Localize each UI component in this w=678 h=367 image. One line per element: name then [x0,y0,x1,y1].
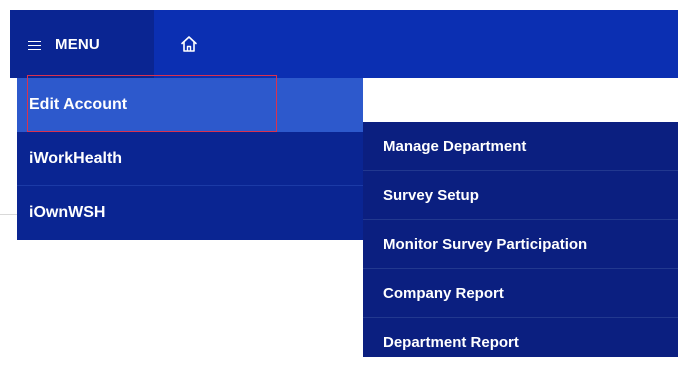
menu-label: MENU [55,35,100,53]
submenu-item-label: Department Report [383,334,519,351]
home-icon[interactable] [178,33,200,55]
submenu-item-manage-department[interactable]: Manage Department [363,122,678,171]
submenu-item-company-report[interactable]: Company Report [363,269,678,318]
menu-item-iownwsh[interactable]: iOwnWSH [17,186,363,240]
hamburger-icon [28,40,41,51]
main-menu-dropdown: Edit Account iWorkHealth iOwnWSH [17,78,363,240]
menu-item-label: Edit Account [29,96,128,113]
submenu-item-label: Monitor Survey Participation [383,236,588,253]
menu-item-label: iWorkHealth [29,150,123,167]
page-divider [0,214,17,215]
menu-item-label: iOwnWSH [29,204,106,221]
menu-item-edit-account[interactable]: Edit Account [17,78,363,132]
submenu-item-label: Survey Setup [383,187,479,204]
menu-button[interactable]: MENU [10,10,154,78]
top-navigation-bar: MENU [10,10,678,78]
submenu-item-label: Company Report [383,285,504,302]
menu-item-iworkhealth[interactable]: iWorkHealth [17,132,363,186]
submenu-item-monitor-survey-participation[interactable]: Monitor Survey Participation [363,220,678,269]
submenu-item-label: Manage Department [383,138,527,155]
submenu-item-department-report[interactable]: Department Report [363,318,678,367]
iworkhealth-submenu: Manage Department Survey Setup Monitor S… [363,122,678,357]
submenu-item-survey-setup[interactable]: Survey Setup [363,171,678,220]
